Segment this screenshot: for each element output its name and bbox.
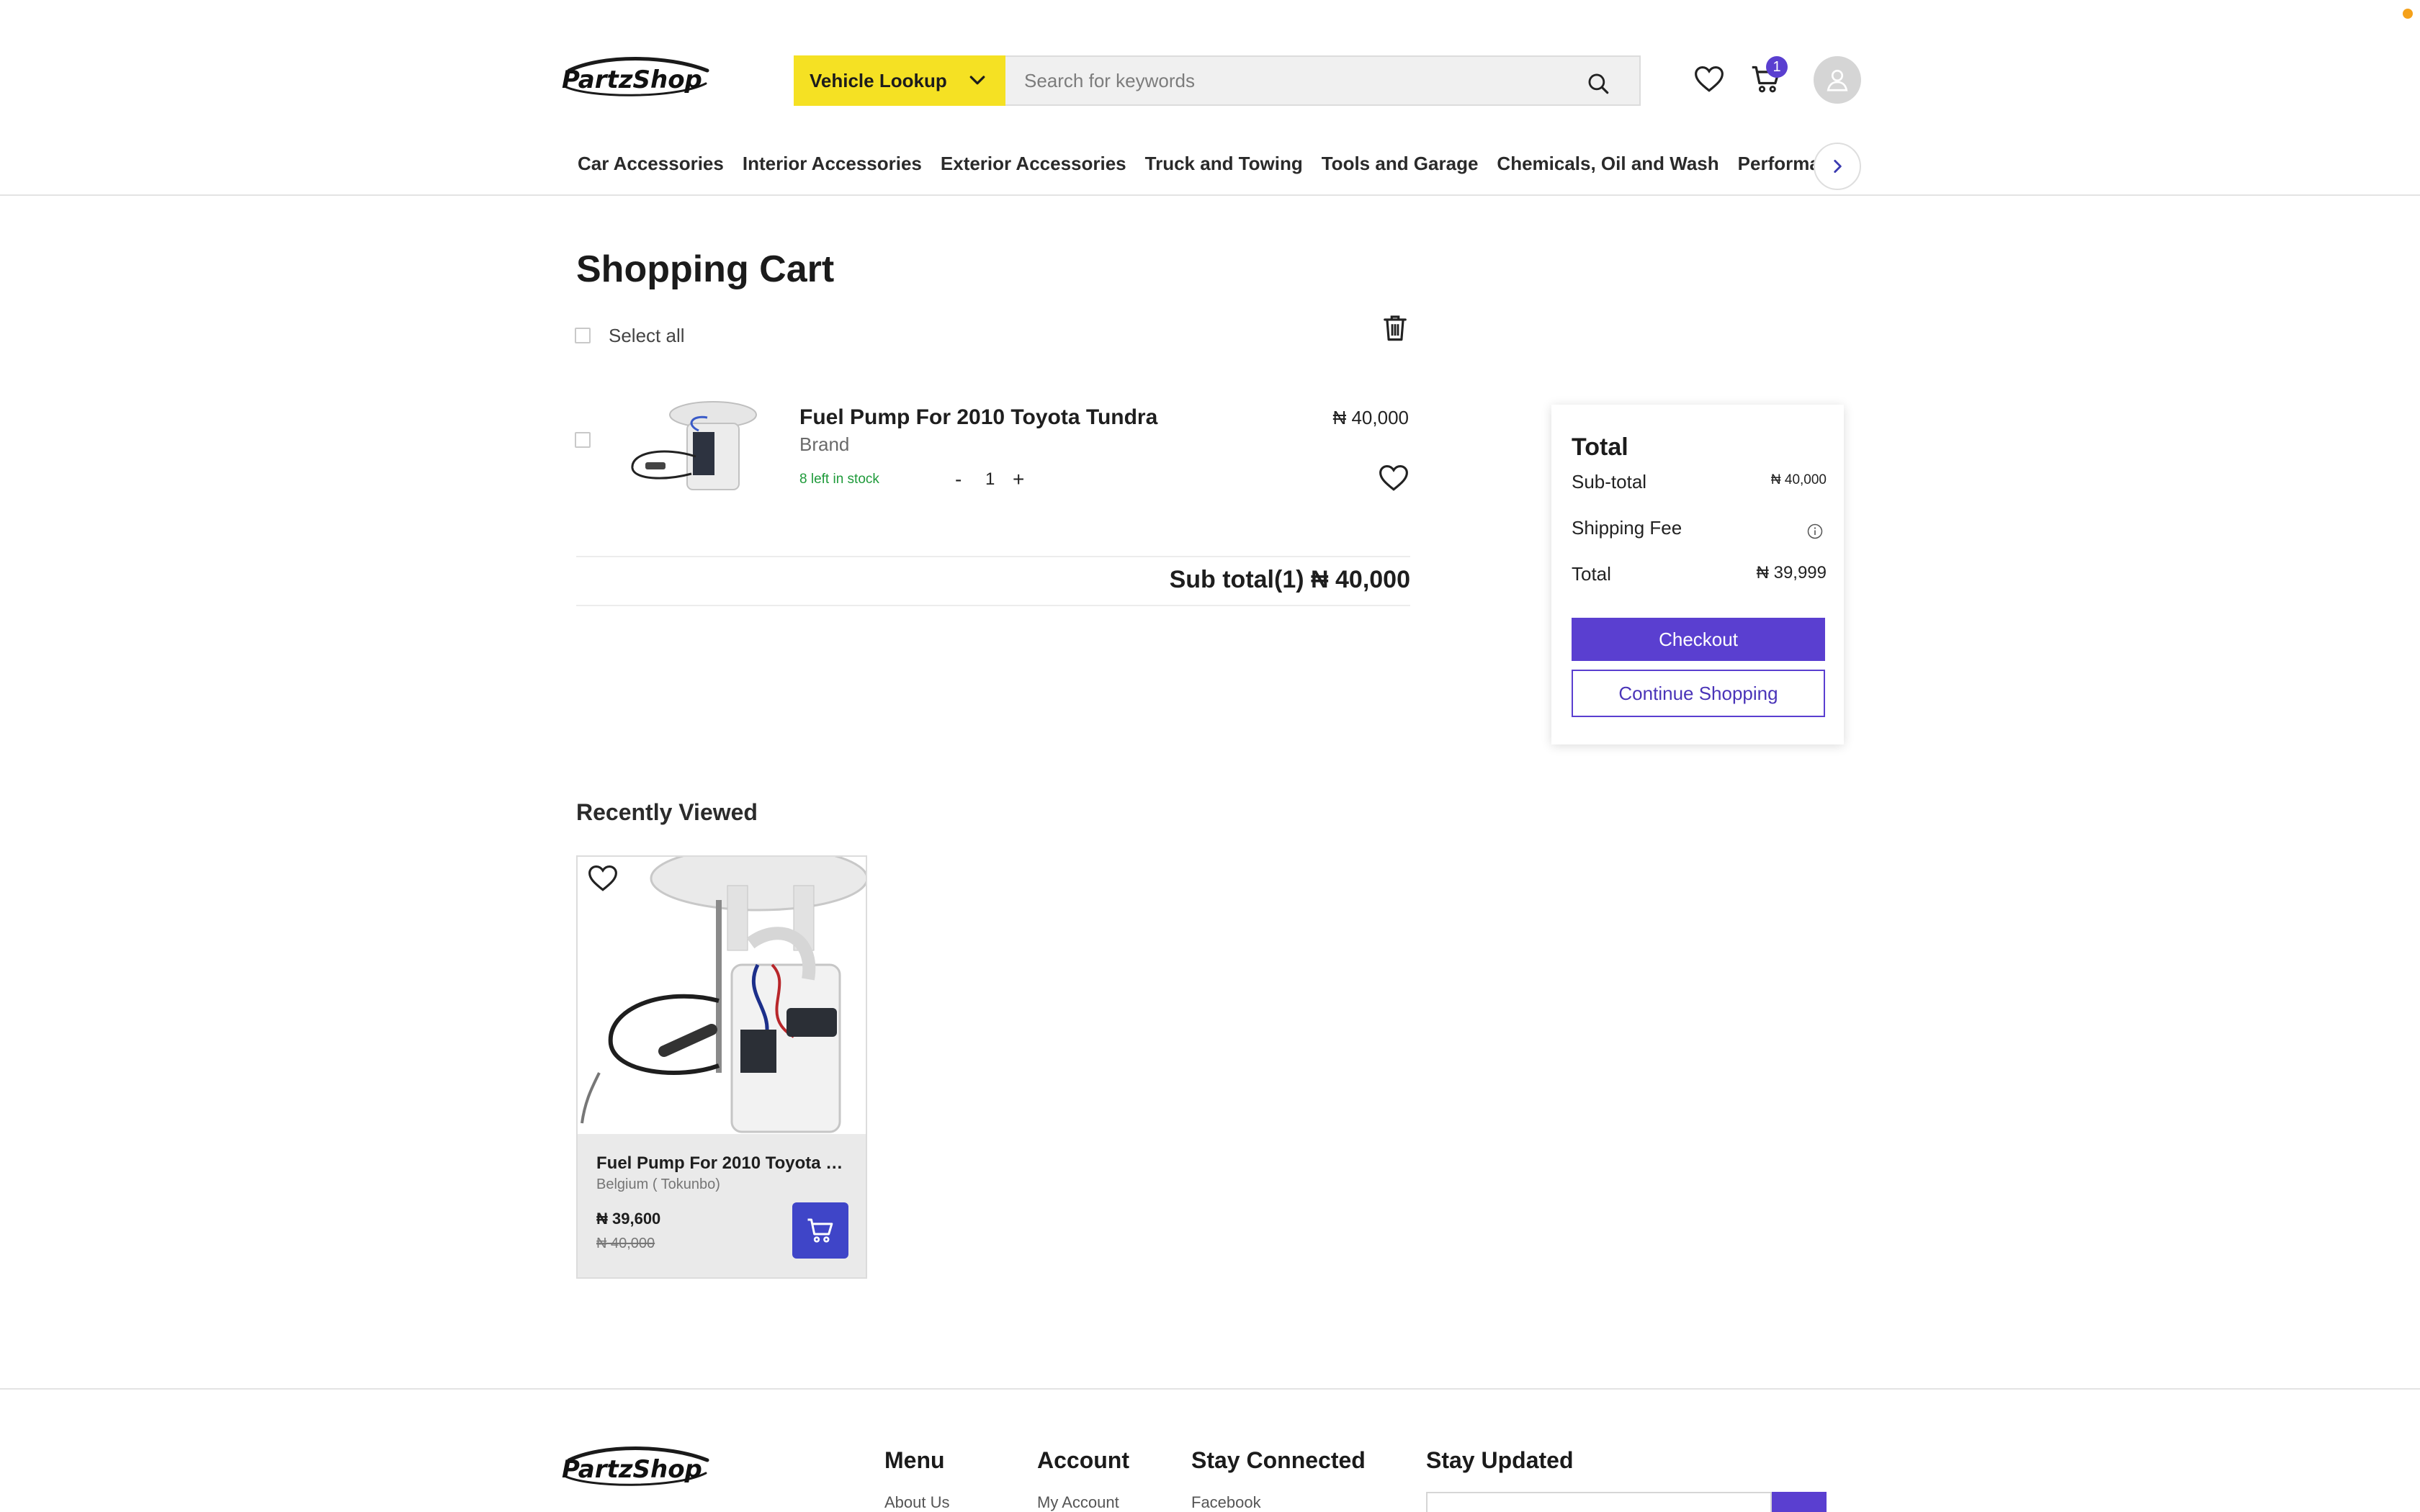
footer-account-heading: Account [1037, 1447, 1129, 1473]
quantity-value: 1 [985, 469, 995, 489]
footer-logo-wordmark: PartzShop [562, 1455, 702, 1484]
add-to-cart-button[interactable] [792, 1202, 848, 1259]
nav-item-exterior-accessories[interactable]: Exterior Accessories [941, 153, 1126, 181]
save-item-heart-icon[interactable] [1379, 464, 1409, 492]
search-bar [1005, 55, 1641, 106]
product-photo [581, 857, 866, 1133]
newsletter-email-input[interactable] [1426, 1492, 1772, 1512]
checkout-button[interactable]: Checkout [1572, 618, 1825, 661]
vehicle-lookup-label: Vehicle Lookup [810, 69, 947, 91]
cart-divider-top [576, 556, 1410, 557]
page-title: Shopping Cart [576, 248, 835, 290]
wishlist-heart-icon[interactable] [1694, 65, 1724, 94]
product-card-origin: Belgium ( Tokunbo) [596, 1176, 720, 1192]
cart-item-stock-status: 8 left in stock [799, 472, 879, 487]
cart-item-brand: Brand [799, 433, 850, 455]
user-icon [1827, 69, 1848, 91]
select-all-checkbox[interactable] [575, 328, 591, 343]
nav-item-truck-and-towing[interactable]: Truck and Towing [1145, 153, 1303, 181]
summary-subtotal-value: ₦ 40,000 [1770, 472, 1827, 487]
product-card[interactable]: Fuel Pump For 2010 Toyota Tu... Belgium … [576, 855, 867, 1279]
quantity-increase-button[interactable]: + [1013, 468, 1024, 491]
product-thumbnail[interactable] [621, 396, 765, 501]
cart-divider-bottom [576, 605, 1410, 606]
product-card-price: ₦ 39,600 [596, 1210, 661, 1228]
summary-total-value: ₦ 39,999 [1756, 563, 1827, 582]
continue-shopping-button[interactable]: Continue Shopping [1572, 670, 1825, 717]
cart-count-badge: 1 [1766, 56, 1788, 78]
add-to-cart-icon [807, 1218, 833, 1243]
product-card-name[interactable]: Fuel Pump For 2010 Toyota Tu... [596, 1153, 848, 1174]
info-icon[interactable] [1806, 523, 1824, 540]
summary-total-label: Total [1572, 563, 1611, 585]
nav-item-tools-and-garage[interactable]: Tools and Garage [1322, 153, 1479, 181]
product-card-old-price: ₦ 40,000 [596, 1236, 655, 1251]
product-card-image[interactable] [578, 857, 866, 1134]
chevron-down-icon [969, 76, 985, 85]
footer-partzshop-logo[interactable]: PartzShop [559, 1444, 712, 1495]
search-icon[interactable] [1586, 71, 1610, 96]
search-input[interactable] [1005, 59, 1553, 102]
footer-connected-heading: Stay Connected [1191, 1447, 1366, 1473]
footer-updated-heading: Stay Updated [1426, 1447, 1574, 1473]
footer-link-facebook[interactable]: Facebook [1191, 1493, 1261, 1512]
order-summary-card: Total Sub-total ₦ 40,000 Shipping Fee To… [1551, 405, 1844, 744]
chevron-right-icon [1834, 160, 1842, 173]
nav-scroll-next-button[interactable] [1814, 143, 1861, 190]
product-card-heart-icon[interactable] [588, 864, 618, 893]
footer-menu-heading: Menu [884, 1447, 945, 1473]
item-checkbox[interactable] [575, 432, 591, 448]
summary-shipping-label: Shipping Fee [1572, 517, 1682, 539]
summary-subtotal-label: Sub-total [1572, 471, 1647, 492]
user-avatar[interactable] [1814, 56, 1861, 104]
partzshop-logo[interactable]: PartzShop [559, 55, 712, 105]
nav-item-chemicals[interactable]: Chemicals, Oil and Wash [1497, 153, 1718, 181]
category-nav: Car Accessories Interior Accessories Ext… [578, 153, 1852, 181]
nav-item-car-accessories[interactable]: Car Accessories [578, 153, 724, 181]
cart-item-name[interactable]: Fuel Pump For 2010 Toyota Tundra [799, 405, 1157, 430]
summary-title: Total [1572, 433, 1628, 461]
cart-subtotal: Sub total(1) ₦ 40,000 [1169, 566, 1410, 593]
nav-item-interior-accessories[interactable]: Interior Accessories [743, 153, 922, 181]
select-all-label: Select all [609, 325, 685, 346]
site-footer: PartzShop Menu About Us Account My Accou… [0, 1388, 2420, 1512]
site-header: PartzShop Vehicle Lookup 1 Car Accessori… [0, 0, 2420, 196]
status-dot [2403, 9, 2413, 19]
cart-item-price: ₦ 40,000 [1332, 407, 1409, 428]
footer-link-about-us[interactable]: About Us [884, 1493, 950, 1512]
vehicle-lookup-button[interactable]: Vehicle Lookup [794, 55, 1005, 106]
footer-link-my-account[interactable]: My Account [1037, 1493, 1119, 1512]
logo-wordmark: PartzShop [562, 66, 702, 94]
trash-icon[interactable] [1381, 312, 1409, 343]
quantity-decrease-button[interactable]: - [955, 468, 962, 491]
newsletter-submit-button[interactable] [1772, 1492, 1827, 1512]
recently-viewed-title: Recently Viewed [576, 799, 758, 825]
